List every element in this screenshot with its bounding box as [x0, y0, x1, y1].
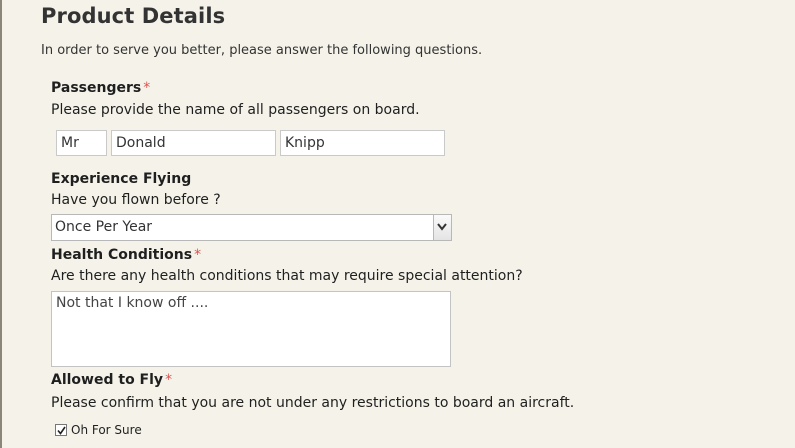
passengers-help: Please provide the name of all passenger… — [51, 102, 420, 118]
allowed-help: Please confirm that you are not under an… — [51, 395, 575, 411]
intro-text: In order to serve you better, please ans… — [41, 43, 483, 58]
health-help: Are there any health conditions that may… — [51, 268, 523, 284]
chevron-down-icon[interactable] — [433, 215, 451, 240]
experience-help: Have you flown before ? — [51, 192, 221, 208]
passengers-label-text: Passengers — [51, 80, 142, 96]
passengers-label: Passengers * — [51, 80, 150, 96]
allowed-checkbox-label[interactable]: Oh For Sure — [71, 423, 142, 437]
page-title: Product Details — [41, 4, 226, 28]
experience-select[interactable]: Once Per Year — [51, 214, 452, 241]
passenger-last-name-input[interactable]: Knipp — [280, 130, 445, 156]
required-mark: * — [194, 247, 202, 263]
health-label: Health Conditions * — [51, 247, 201, 263]
required-mark: * — [165, 372, 173, 388]
checkmark-icon — [57, 426, 66, 435]
experience-label-text: Experience Flying — [51, 171, 192, 187]
required-mark: * — [143, 80, 151, 96]
experience-selected-value: Once Per Year — [55, 219, 153, 235]
allowed-label: Allowed to Fly * — [51, 372, 172, 388]
allowed-label-text: Allowed to Fly — [51, 372, 164, 388]
passenger-title-input[interactable]: Mr — [56, 130, 107, 156]
allowed-checkbox[interactable] — [55, 424, 67, 436]
experience-label: Experience Flying — [51, 171, 191, 187]
health-label-text: Health Conditions — [51, 247, 193, 263]
passenger-first-name-input[interactable]: Donald — [111, 130, 276, 156]
product-details-form: Product Details In order to serve you be… — [0, 0, 795, 448]
health-conditions-textarea[interactable]: Not that I know off .... — [51, 291, 451, 367]
